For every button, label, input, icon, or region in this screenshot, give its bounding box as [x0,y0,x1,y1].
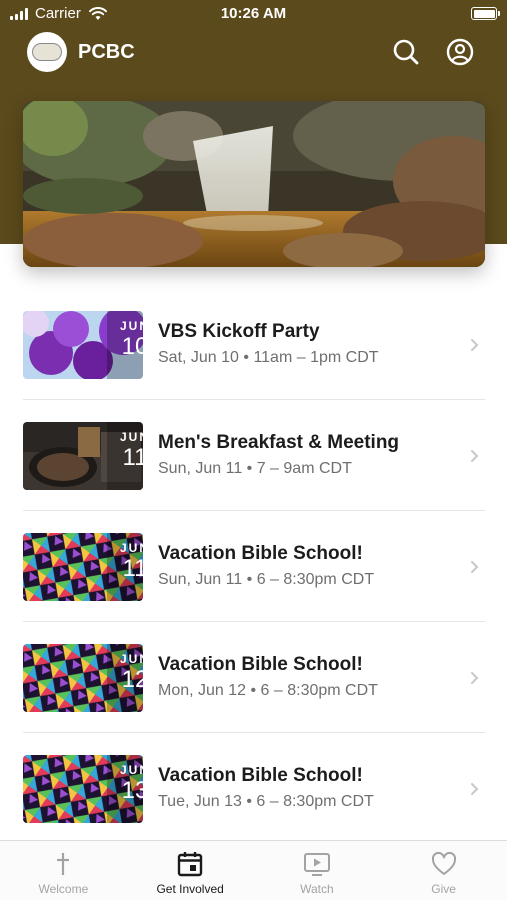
event-title: VBS Kickoff Party [158,321,320,342]
event-title: Men's Breakfast & Meeting [158,432,400,453]
logo-mark [32,43,62,61]
chevron-right-icon [471,339,479,351]
event-datetime: Sun, Jun 11 • 6 – 8:30pm CDT [158,571,375,588]
battery-icon [471,7,500,20]
event-datetime: Mon, Jun 12 • 6 – 8:30pm CDT [158,682,378,699]
app-title: PCBC [78,41,135,63]
chevron-right-icon [471,783,479,795]
event-datetime: Tue, Jun 13 • 6 – 8:30pm CDT [158,793,374,810]
tab-give[interactable]: Give [380,841,507,900]
calendar-icon [177,852,203,877]
tab-watch[interactable]: Watch [254,841,381,900]
event-datetime: Sat, Jun 10 • 11am – 1pm CDT [158,349,379,366]
event-month: JUN [119,652,143,666]
tab-label: Give [431,882,456,896]
profile-button[interactable] [445,37,475,67]
event-row[interactable]: JUN 10 VBS Kickoff Party Sat, Jun 10 • 1… [0,289,507,400]
event-day: 10 [121,333,143,360]
tab-label: Welcome [38,882,89,896]
tab-bar: Welcome Get Involved Watch Give [0,840,507,900]
event-title: Vacation Bible School! [158,543,363,564]
event-row[interactable]: JUN 11 Vacation Bible School! Sun, Jun 1… [0,511,507,622]
event-day: 11 [122,555,143,582]
event-row[interactable]: JUN 13 Vacation Bible School! Tue, Jun 1… [0,733,507,844]
date-badge: JUN 10 [107,311,143,379]
app-bar: PCBC [0,30,507,76]
search-icon [393,39,419,65]
church-logo[interactable] [27,32,67,72]
event-thumbnail: JUN 11 [23,422,143,490]
cross-icon [57,853,70,875]
hero-image[interactable] [23,101,485,267]
event-month: JUN [119,763,143,777]
tab-label: Watch [300,882,334,896]
event-row[interactable]: JUN 11 Men's Breakfast & Meeting Sun, Ju… [0,400,507,511]
search-button[interactable] [391,37,421,67]
clock: 10:26 AM [220,5,287,22]
event-month: JUN [119,319,143,333]
tab-label: Get Involved [156,882,224,896]
date-badge: JUN 11 [107,533,143,601]
event-title: Vacation Bible School! [158,765,363,786]
event-title: Vacation Bible School! [158,654,363,675]
event-thumbnail: JUN 10 [23,311,143,379]
status-bar: Carrier 10:26 AM [0,0,507,30]
event-day: 11 [122,444,143,471]
waterfall-image [23,101,485,267]
event-thumbnail: JUN 11 [23,533,143,601]
event-thumbnail: JUN 13 [23,755,143,823]
chevron-right-icon [471,672,479,684]
date-badge: JUN 12 [107,644,143,712]
event-thumbnail: JUN 12 [23,644,143,712]
event-month: JUN [119,541,143,555]
events-list: JUN 10 VBS Kickoff Party Sat, Jun 10 • 1… [0,289,507,844]
tab-get-involved[interactable]: Get Involved [127,841,254,900]
heart-icon [431,851,456,875]
event-datetime: Sun, Jun 11 • 7 – 9am CDT [158,460,352,477]
event-month: JUN [119,430,143,444]
event-row[interactable]: JUN 12 Vacation Bible School! Mon, Jun 1… [0,622,507,733]
chevron-right-icon [471,450,479,462]
tv-play-icon [303,853,330,876]
tab-welcome[interactable]: Welcome [0,841,127,900]
event-day: 13 [121,777,143,804]
event-day: 12 [121,666,143,693]
user-circle-icon [446,38,474,66]
date-badge: JUN 13 [107,755,143,823]
date-badge: JUN 11 [107,422,143,490]
chevron-right-icon [471,561,479,573]
